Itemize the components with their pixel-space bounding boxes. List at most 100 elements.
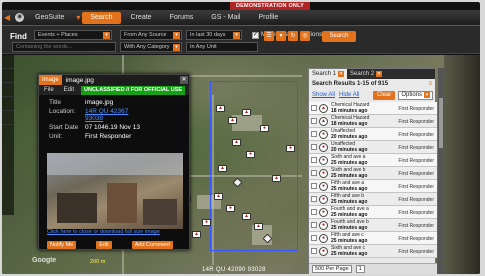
- item-checkbox[interactable]: [311, 209, 317, 215]
- item-checkbox[interactable]: [311, 131, 317, 137]
- item-source: First Responder: [398, 236, 434, 242]
- layer-tool[interactable]: [2, 69, 14, 83]
- item-checkbox[interactable]: [311, 144, 317, 150]
- chevron-down-icon[interactable]: ▾: [276, 31, 286, 41]
- item-checkbox[interactable]: [311, 118, 317, 124]
- clear-button[interactable]: Clear: [372, 90, 396, 100]
- refresh-icon[interactable]: ↻: [288, 31, 298, 41]
- item-time: 25 minutes ago: [331, 238, 368, 244]
- close-icon[interactable]: ✕: [180, 76, 188, 84]
- map-marker[interactable]: ●: [246, 151, 255, 158]
- map-marker[interactable]: ▲: [228, 117, 237, 124]
- item-checkbox[interactable]: [311, 183, 317, 189]
- close-icon[interactable]: ✕: [338, 71, 345, 77]
- app-name[interactable]: GeoSuite: [27, 12, 72, 24]
- tab-search-2[interactable]: Search 2 ✕: [347, 69, 385, 79]
- map-marker[interactable]: ▲: [254, 223, 263, 230]
- list-item[interactable]: ● Sixth and ave a 25 minutes ago First Resp…: [309, 154, 437, 167]
- screen: DEMONSTRATION ONLY ◀ ◉ GeoSuite ▾ Search…: [2, 2, 480, 274]
- map-marker[interactable]: ▲: [214, 193, 223, 200]
- nav-forums[interactable]: Forums: [162, 12, 202, 24]
- list-item[interactable]: ● Fifth and ave b 25 minutes ago First Resp…: [309, 193, 437, 206]
- map-marker[interactable]: ●: [226, 205, 235, 212]
- menu-file[interactable]: File: [39, 87, 59, 93]
- hazard-icon: ●: [319, 207, 328, 217]
- chevron-down-icon[interactable]: ▾: [76, 13, 80, 22]
- map-marker[interactable]: ●: [260, 125, 269, 132]
- list-item[interactable]: ▲ Chemical Hazard 18 minutes ago First Resp…: [309, 115, 437, 128]
- layer-tool[interactable]: [2, 111, 14, 125]
- list-item[interactable]: ● Unaffected 20 minutes ago First Responder: [309, 128, 437, 141]
- time-select[interactable]: In last 30 days ▾: [186, 30, 242, 40]
- map-marker[interactable]: ●: [202, 219, 211, 226]
- add-comment-button[interactable]: Add Comment: [131, 241, 173, 249]
- options-select[interactable]: Options ▾: [398, 90, 433, 100]
- back-arrow-icon[interactable]: ◀: [4, 13, 10, 22]
- search-button[interactable]: Search: [322, 31, 356, 42]
- map-marker[interactable]: ▲: [242, 213, 251, 220]
- map-marker[interactable]: ▲: [232, 139, 241, 146]
- photo-preview[interactable]: [47, 153, 183, 229]
- hazard-icon: ●: [319, 233, 328, 243]
- unit-select-value: In Any Unit: [190, 44, 217, 50]
- map-marker[interactable]: ▲: [192, 231, 201, 238]
- edit-button[interactable]: Edit: [96, 241, 112, 249]
- nav-gs-mail[interactable]: GS - Mail: [203, 12, 248, 24]
- nav-search[interactable]: Search: [82, 11, 121, 24]
- hazard-icon: ▲: [319, 103, 328, 113]
- tab-label: Search 2: [350, 71, 375, 77]
- layer-tool[interactable]: [2, 55, 14, 69]
- show-all-link[interactable]: Show All: [312, 92, 335, 98]
- tab-search-1[interactable]: Search 1 ✕: [309, 69, 348, 79]
- more-options-checkbox[interactable]: ✓: [252, 32, 259, 39]
- item-text: Fourth and ave a 25 minutes ago: [331, 206, 369, 218]
- map-marker[interactable]: ▲: [242, 109, 251, 116]
- scrollbar-thumb[interactable]: [439, 98, 443, 148]
- type-select[interactable]: Events + Places ▾: [34, 30, 112, 40]
- item-checkbox[interactable]: [311, 248, 317, 254]
- item-checkbox[interactable]: [311, 170, 317, 176]
- map-marker[interactable]: ▲: [272, 175, 281, 182]
- list-item[interactable]: ● Sixth and ave b 25 minutes ago First Resp…: [309, 167, 437, 180]
- list-icon[interactable]: ☰: [264, 31, 274, 41]
- list-item[interactable]: ● Fifth and ave c 25 minutes ago First Resp…: [309, 232, 437, 245]
- keywords-input[interactable]: Containing the words...: [12, 42, 116, 52]
- image-popup: Image image.jpg ✕ File Edit UNCLASSIFIED…: [38, 74, 190, 250]
- list-item[interactable]: ● Fifth and ave a 25 minutes ago First Resp…: [309, 180, 437, 193]
- nav-create[interactable]: Create: [123, 12, 160, 24]
- item-time: 25 minutes ago: [331, 225, 368, 231]
- unit-select[interactable]: In Any Unit: [186, 42, 258, 52]
- item-checkbox[interactable]: [311, 222, 317, 228]
- download-link[interactable]: Click here to close or download full siz…: [47, 229, 160, 235]
- map-pin-icon[interactable]: ◎: [300, 31, 310, 41]
- item-checkbox[interactable]: [311, 157, 317, 163]
- map-marker[interactable]: ▲: [218, 165, 227, 172]
- category-select[interactable]: With Any Category ▾: [120, 42, 182, 52]
- menu-icon[interactable]: ≡: [428, 79, 432, 89]
- map-marker[interactable]: ●: [286, 145, 295, 152]
- list-item[interactable]: ▲ Chemical Hazard 18 minutes ago First Resp…: [309, 102, 437, 115]
- results-tabs: Search 1 ✕ Search 2 ✕: [309, 69, 435, 79]
- notify-me-button[interactable]: Notify Me: [47, 241, 77, 249]
- item-checkbox[interactable]: [311, 235, 317, 241]
- list-item[interactable]: ● Fourth and ave a 25 minutes ago First Res…: [309, 206, 437, 219]
- hide-all-link[interactable]: Hide All: [339, 92, 359, 98]
- page-size-select[interactable]: 500 Per Page: [312, 265, 352, 273]
- page-number[interactable]: 1: [355, 265, 365, 273]
- layer-tool[interactable]: [2, 83, 14, 97]
- location-link[interactable]: 14R QU 42367 93038: [85, 108, 145, 122]
- item-checkbox[interactable]: [311, 196, 317, 202]
- list-item[interactable]: ● Fourth and ave b 25 minutes ago First Res…: [309, 219, 437, 232]
- menu-edit[interactable]: Edit: [59, 87, 79, 93]
- list-item[interactable]: ● Sixth and ave c 25 minutes ago First Resp…: [309, 245, 437, 258]
- item-time: 25 minutes ago: [331, 199, 368, 205]
- item-checkbox[interactable]: [311, 105, 317, 111]
- list-item[interactable]: ● Unaffected 20 minutes ago First Responder: [309, 141, 437, 154]
- close-icon[interactable]: ✕: [376, 71, 383, 77]
- item-source: First Responder: [398, 249, 434, 255]
- layer-tool[interactable]: [2, 97, 14, 111]
- nav-profile[interactable]: Profile: [250, 12, 286, 24]
- field-key: Start Date: [49, 124, 79, 131]
- map-marker[interactable]: ▲: [216, 105, 225, 112]
- source-select[interactable]: From Any Source ▾: [120, 30, 182, 40]
